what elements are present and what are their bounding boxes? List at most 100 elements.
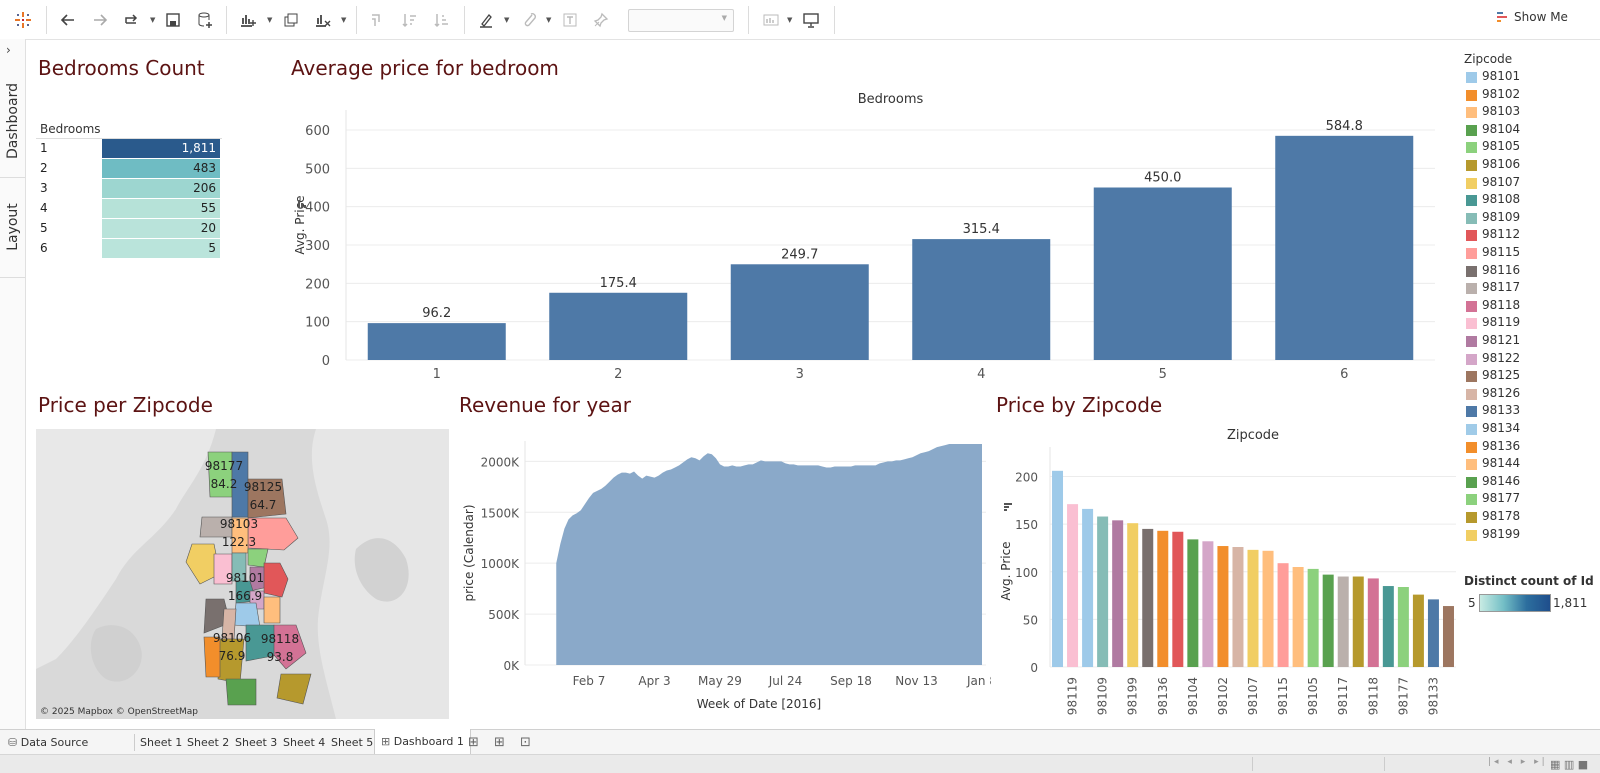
show-cards-dropdown-icon[interactable]: ▼ bbox=[787, 16, 792, 24]
revenue-area[interactable] bbox=[556, 444, 982, 665]
show-cards-icon[interactable] bbox=[760, 9, 782, 31]
bar[interactable] bbox=[1367, 578, 1379, 667]
bar[interactable] bbox=[1067, 504, 1079, 667]
bar[interactable] bbox=[1262, 550, 1274, 667]
bar[interactable] bbox=[1112, 520, 1124, 667]
bedrooms-row[interactable]: 4 55 bbox=[40, 199, 222, 218]
duplicate-sheet-icon[interactable] bbox=[280, 9, 302, 31]
bar[interactable] bbox=[1127, 523, 1139, 667]
bar[interactable] bbox=[1157, 530, 1169, 667]
highlight-dropdown-icon[interactable]: ▼ bbox=[504, 16, 509, 24]
bar[interactable] bbox=[549, 292, 688, 360]
tab-sheet-3[interactable]: Sheet 3 bbox=[235, 730, 277, 755]
tab-layout[interactable]: Layout bbox=[0, 177, 25, 278]
bar[interactable] bbox=[730, 264, 869, 360]
bedrooms-row[interactable]: 2 483 bbox=[40, 159, 222, 178]
fit-dropdown[interactable]: ▼ bbox=[628, 9, 734, 32]
x-tick-label: 98107 bbox=[1246, 677, 1260, 715]
bar[interactable] bbox=[1172, 531, 1184, 667]
bedrooms-row[interactable]: 65 bbox=[40, 239, 222, 258]
legend-label: 98104 bbox=[1482, 121, 1521, 136]
bar[interactable] bbox=[1277, 563, 1289, 667]
bar[interactable] bbox=[1292, 567, 1304, 667]
legend-swatch bbox=[1466, 336, 1477, 347]
bedrooms-row[interactable]: 1 1,811 bbox=[40, 139, 222, 158]
bar[interactable] bbox=[1202, 541, 1214, 667]
sort-icon[interactable] bbox=[1004, 503, 1012, 511]
tab-dashboard-1[interactable]: ⊞ Dashboard 1 bbox=[374, 729, 471, 755]
new-story-tab-icon[interactable]: ⊡ bbox=[520, 730, 531, 755]
show-me-button[interactable]: Show Me bbox=[1496, 10, 1568, 24]
tab-dashboard[interactable]: Dashboard bbox=[0, 65, 25, 178]
legend-label: 98134 bbox=[1482, 421, 1521, 435]
bar[interactable] bbox=[1337, 576, 1349, 667]
price-per-zipcode-map[interactable]: 98177 84.2 98125 64.7 98103 122.3 98101 166.9 98… bbox=[36, 429, 449, 719]
group-members-icon[interactable] bbox=[518, 9, 540, 31]
bedrooms-row[interactable]: 5 20 bbox=[40, 219, 222, 238]
tab-sheet-2[interactable]: Sheet 2 bbox=[187, 730, 229, 755]
show-mark-labels-icon[interactable] bbox=[559, 9, 581, 31]
redo-icon[interactable] bbox=[89, 9, 111, 31]
tab-sheet-5[interactable]: Sheet 5 bbox=[331, 730, 373, 755]
map-zipcode-label: 98106 bbox=[213, 631, 251, 645]
revenue-for-year-chart[interactable]: 0K 500K 1000K 1500K 2000K Feb 7 Apr 3 May 29 Jul… bbox=[459, 429, 991, 719]
fix-axes-pin-icon[interactable] bbox=[590, 9, 612, 31]
price-by-zipcode-chart[interactable]: Zipcode 0 50 100 150 200 Avg. Price 98119 98109 9… bbox=[996, 425, 1458, 725]
bedrooms-value: 5 bbox=[40, 221, 48, 235]
bar[interactable] bbox=[1442, 606, 1454, 667]
sort-ascending-icon[interactable] bbox=[399, 9, 421, 31]
bar[interactable] bbox=[912, 239, 1051, 360]
replay-dropdown-icon[interactable]: ▼ bbox=[150, 16, 155, 24]
bar[interactable] bbox=[1352, 576, 1364, 667]
bar[interactable] bbox=[367, 323, 506, 360]
clear-sheet-dropdown-icon[interactable]: ▼ bbox=[341, 16, 346, 24]
bar[interactable] bbox=[1097, 516, 1109, 667]
y-tick-label: 100 bbox=[305, 316, 330, 331]
group-dropdown-icon[interactable]: ▼ bbox=[546, 16, 551, 24]
presentation-mode-icon[interactable] bbox=[800, 9, 822, 31]
y-axis-label: price (Calendar) bbox=[462, 504, 476, 601]
x-tick-label: 98133 bbox=[1426, 677, 1440, 715]
sort-descending-icon[interactable] bbox=[431, 9, 453, 31]
fit-dropdown-chevron-icon: ▼ bbox=[721, 14, 727, 22]
tab-sheet-1[interactable]: Sheet 1 bbox=[140, 730, 182, 755]
highlight-icon[interactable] bbox=[475, 9, 497, 31]
new-data-source-icon[interactable] bbox=[194, 9, 216, 31]
new-dashboard-tab-icon[interactable]: ⊞ bbox=[494, 730, 505, 755]
tableau-logo-icon[interactable] bbox=[12, 9, 34, 31]
tab-data-source[interactable]: ⛁ Data Source bbox=[8, 730, 88, 755]
bar[interactable] bbox=[1082, 508, 1094, 667]
bar[interactable] bbox=[1247, 549, 1259, 667]
bar[interactable] bbox=[1412, 594, 1424, 667]
view-mode-icons[interactable]: ▦ ▥ ■ bbox=[1550, 758, 1588, 771]
clear-sheet-icon[interactable] bbox=[312, 9, 334, 31]
bar[interactable] bbox=[1217, 546, 1229, 667]
new-worksheet-icon[interactable] bbox=[237, 9, 259, 31]
save-icon[interactable] bbox=[162, 9, 184, 31]
bedrooms-row[interactable]: 3 206 bbox=[40, 179, 222, 198]
bar[interactable] bbox=[1232, 547, 1244, 667]
legend-label: 98115 bbox=[1482, 245, 1521, 259]
undo-icon[interactable] bbox=[57, 9, 79, 31]
tab-sheet-4[interactable]: Sheet 4 bbox=[283, 730, 325, 755]
bar[interactable] bbox=[1322, 574, 1334, 667]
bar[interactable] bbox=[1397, 587, 1409, 667]
expand-panel-chevron-icon[interactable]: › bbox=[6, 43, 11, 57]
bar[interactable] bbox=[1307, 568, 1319, 667]
bar[interactable] bbox=[1052, 470, 1064, 667]
replay-icon[interactable] bbox=[120, 9, 142, 31]
legend-swatch bbox=[1466, 283, 1477, 295]
legend-swatch bbox=[1466, 300, 1477, 312]
new-worksheet-dropdown-icon[interactable]: ▼ bbox=[267, 16, 272, 24]
bar[interactable] bbox=[1382, 586, 1394, 667]
legend-label: 98108 bbox=[1482, 192, 1521, 207]
bar[interactable] bbox=[1427, 599, 1439, 667]
avg-price-bedroom-chart[interactable]: Bedrooms0100200300400500600Avg. Price96.… bbox=[290, 88, 1435, 383]
bar[interactable] bbox=[1187, 539, 1199, 667]
bar[interactable] bbox=[1275, 135, 1414, 360]
swap-rows-columns-icon[interactable] bbox=[366, 9, 388, 31]
bar[interactable] bbox=[1093, 187, 1232, 361]
new-worksheet-tab-icon[interactable]: ⊞ bbox=[468, 730, 479, 755]
sheet-navigation-icons[interactable]: |◂ ◂ ▸ ▸| bbox=[1488, 757, 1548, 767]
bar[interactable] bbox=[1142, 528, 1154, 667]
